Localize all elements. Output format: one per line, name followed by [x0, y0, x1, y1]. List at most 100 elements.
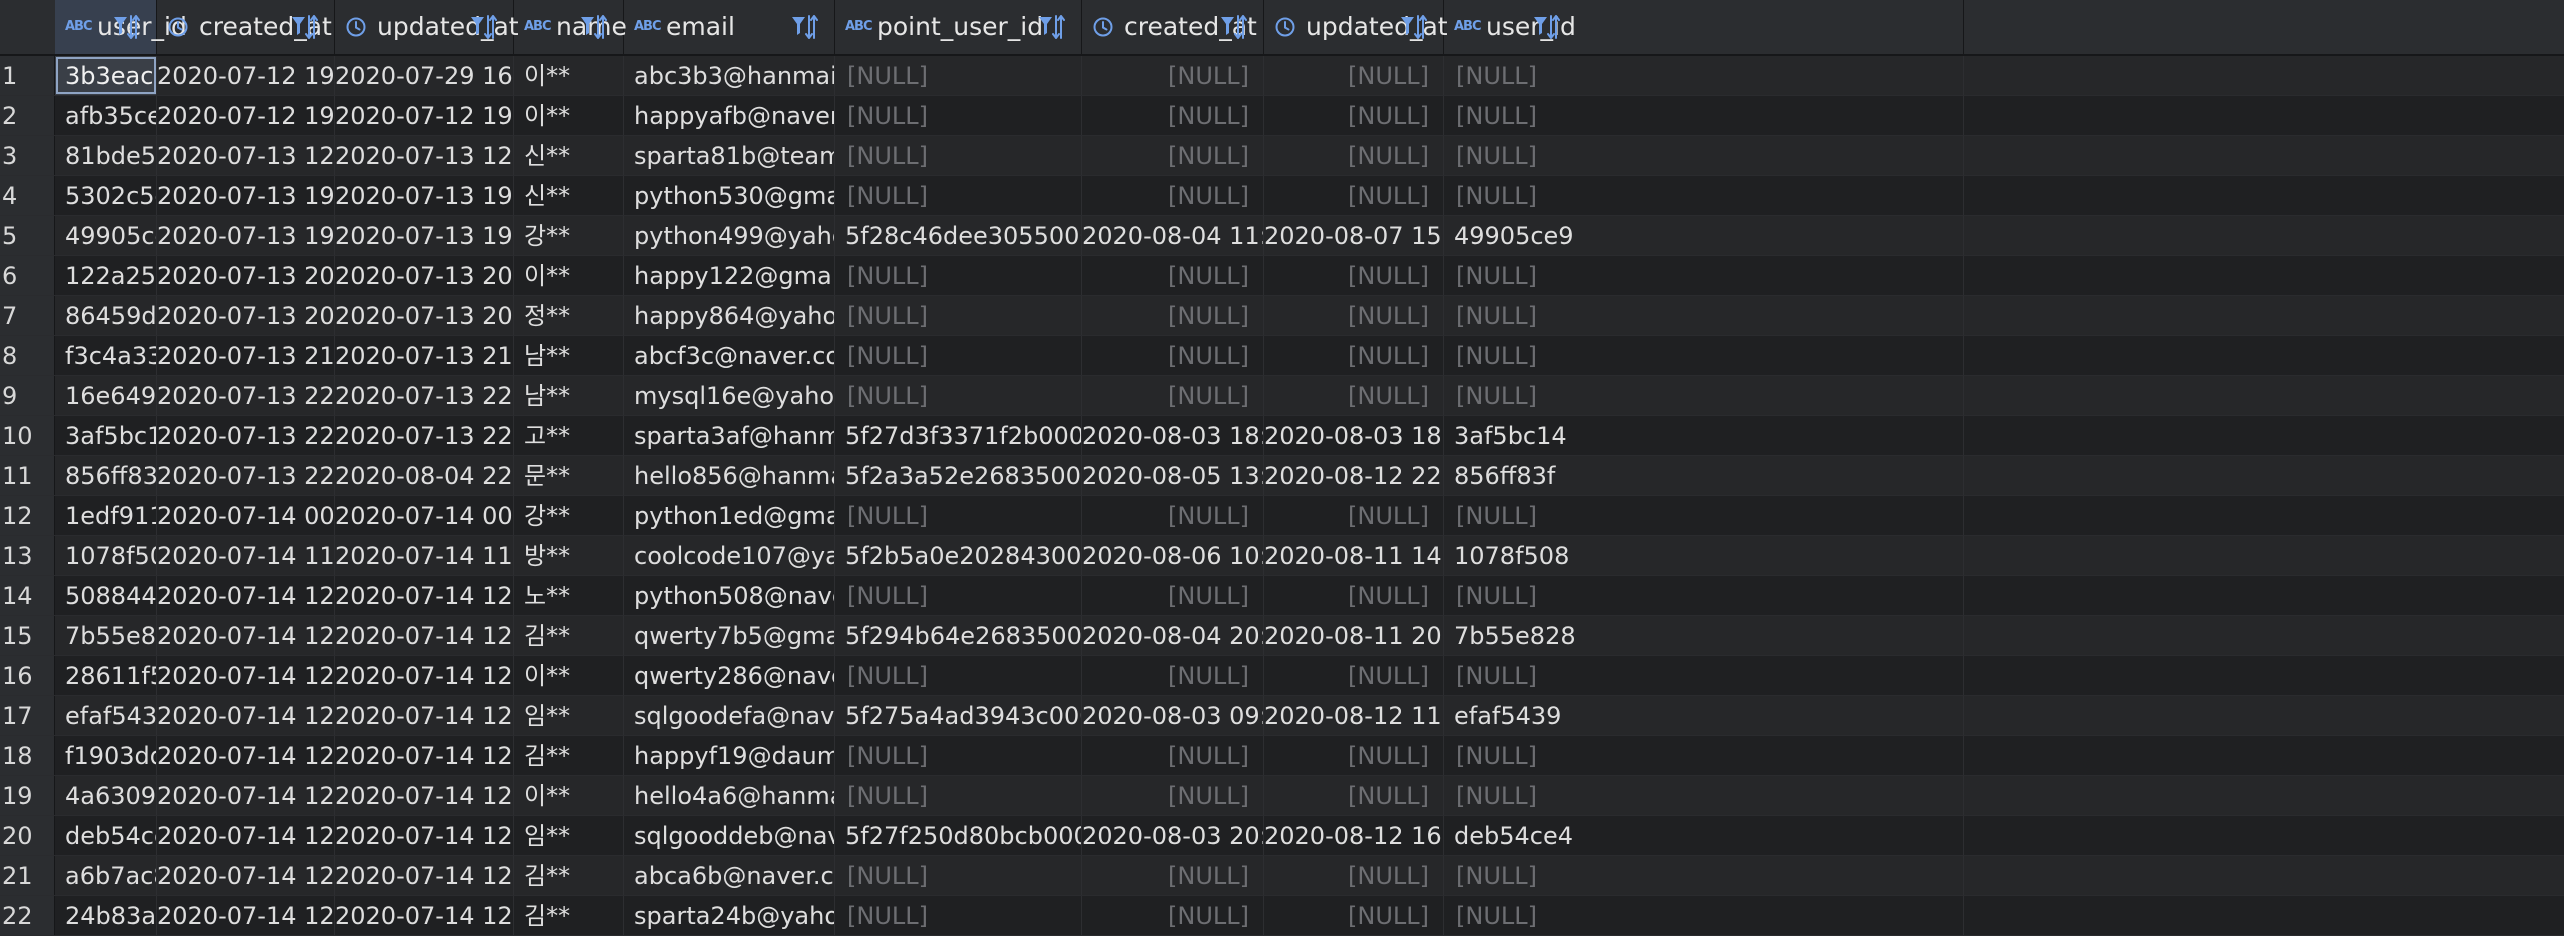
cell-updated-at[interactable]: 2020-07-14 12:43:01 [335, 656, 514, 695]
cell-user-id[interactable]: 24b83a8e [55, 896, 157, 935]
row-number[interactable]: 9 [0, 376, 55, 415]
cell-created-at[interactable]: 2020-07-14 00:26:02 [157, 496, 335, 535]
cell-email[interactable]: sparta81b@teamsparta.co [624, 136, 835, 175]
cell-updated-at[interactable]: 2020-07-14 12:43:08 [335, 696, 514, 735]
cell-point-user-id[interactable]: [NULL] [835, 136, 1082, 175]
cell-user-id[interactable]: f3c4a33a [55, 336, 157, 375]
cell-created-at[interactable]: 2020-08-05 13:49:22 [1082, 456, 1264, 495]
cell-point-user-id[interactable]: 5f28c46dee305500095e5740 [835, 216, 1082, 255]
cell-user-id[interactable]: 856ff83f [55, 456, 157, 495]
row-number[interactable]: 6 [0, 256, 55, 295]
cell-created-at[interactable]: [NULL] [1082, 576, 1264, 615]
table-row[interactable]: 8f3c4a33a2020-07-13 21:13:332020-07-13 2… [0, 336, 2564, 376]
column-header-updated-at[interactable]: updated_at [335, 0, 519, 54]
cell-updated-at[interactable]: [NULL] [1264, 136, 1444, 175]
cell-created-at[interactable]: [NULL] [1082, 336, 1264, 375]
cell-updated-at[interactable]: 2020-07-13 19:48:46 [335, 216, 514, 255]
cell-updated-at[interactable]: 2020-08-03 18:10:19 [1264, 416, 1444, 455]
cell-updated-at[interactable]: [NULL] [1264, 576, 1444, 615]
cell-updated-at[interactable]: 2020-07-13 19:27:09 [335, 176, 514, 215]
cell-user-id[interactable]: 49905ce9 [55, 216, 157, 255]
cell-created-at[interactable]: 2020-07-13 22:38:55 [157, 456, 335, 495]
filter-sort-icon[interactable] [1399, 12, 1427, 42]
cell-point-user-id[interactable]: [NULL] [835, 376, 1082, 415]
table-row[interactable]: 786459d742020-07-13 20:14:232020-07-13 2… [0, 296, 2564, 336]
cell-user-id[interactable]: 1078f508 [55, 536, 157, 575]
row-number[interactable]: 15 [0, 616, 55, 655]
cell-created-at[interactable]: [NULL] [1082, 56, 1264, 95]
cell-user-id[interactable]: 86459d74 [55, 296, 157, 335]
cell-user-id[interactable]: 1edf9111 [55, 496, 157, 535]
row-number[interactable]: 7 [0, 296, 55, 335]
cell-updated-at[interactable]: [NULL] [1264, 496, 1444, 535]
cell-user-id[interactable]: [NULL] [1444, 656, 1964, 695]
cell-created-at[interactable]: 2020-07-14 12:45:46 [157, 776, 335, 815]
cell-created-at[interactable]: 2020-07-14 11:51:37 [157, 536, 335, 575]
cell-updated-at[interactable]: [NULL] [1264, 856, 1444, 895]
cell-user-id[interactable]: [NULL] [1444, 856, 1964, 895]
row-number[interactable]: 17 [0, 696, 55, 735]
filter-sort-icon[interactable] [790, 12, 818, 42]
cell-user-id[interactable]: [NULL] [1444, 736, 1964, 775]
cell-email[interactable]: hello4a6@hanmail.com [624, 776, 835, 815]
cell-created-at[interactable]: [NULL] [1082, 776, 1264, 815]
cell-created-at[interactable]: 2020-07-14 12:43:01 [157, 656, 335, 695]
filter-sort-icon[interactable] [1037, 12, 1065, 42]
cell-name[interactable]: 남** [514, 336, 624, 375]
cell-updated-at[interactable]: 2020-07-14 11:51:37 [335, 536, 514, 575]
cell-created-at[interactable]: [NULL] [1082, 856, 1264, 895]
table-row[interactable]: 1628611f562020-07-14 12:43:012020-07-14 … [0, 656, 2564, 696]
cell-email[interactable]: sparta24b@yahoo.com [624, 896, 835, 935]
cell-updated-at[interactable]: 2020-07-14 12:46:42 [335, 816, 514, 855]
cell-name[interactable]: 이** [514, 56, 624, 95]
row-number[interactable]: 2 [0, 96, 55, 135]
cell-user-id[interactable]: 122a2530 [55, 256, 157, 295]
cell-name[interactable]: 노** [514, 576, 624, 615]
cell-name[interactable]: 강** [514, 496, 624, 535]
cell-point-user-id[interactable]: 5f2b5a0e202843000925d94d [835, 536, 1082, 575]
cell-name[interactable]: 고** [514, 416, 624, 455]
cell-name[interactable]: 이** [514, 656, 624, 695]
cell-email[interactable]: happy864@yahoo.com [624, 296, 835, 335]
cell-updated-at[interactable]: [NULL] [1264, 376, 1444, 415]
cell-name[interactable]: 신** [514, 136, 624, 175]
filter-sort-icon[interactable] [112, 12, 140, 42]
cell-name[interactable]: 김** [514, 736, 624, 775]
cell-point-user-id[interactable]: [NULL] [835, 856, 1082, 895]
cell-created-at[interactable]: [NULL] [1082, 376, 1264, 415]
cell-email[interactable]: abcf3c@naver.com [624, 336, 835, 375]
cell-point-user-id[interactable]: [NULL] [835, 776, 1082, 815]
cell-email[interactable]: mysql16e@yahoo.com [624, 376, 835, 415]
row-number[interactable]: 18 [0, 736, 55, 775]
table-row[interactable]: 157b55e8282020-07-14 12:42:092020-07-14 … [0, 616, 2564, 656]
table-row[interactable]: 6122a25302020-07-13 20:11:132020-07-13 2… [0, 256, 2564, 296]
cell-user-id[interactable]: [NULL] [1444, 96, 1964, 135]
cell-updated-at[interactable]: 2020-07-13 21:13:33 [335, 336, 514, 375]
cell-user-id[interactable]: [NULL] [1444, 496, 1964, 535]
cell-email[interactable]: happyf19@daum.net [624, 736, 835, 775]
cell-email[interactable]: happyafb@naver.com [624, 96, 835, 135]
cell-created-at[interactable]: [NULL] [1082, 736, 1264, 775]
cell-created-at[interactable]: [NULL] [1082, 176, 1264, 215]
cell-updated-at[interactable]: 2020-07-13 22:03:42 [335, 376, 514, 415]
cell-email[interactable]: sqlgoodefa@naver.com [624, 696, 835, 735]
cell-created-at[interactable]: 2020-07-13 20:14:23 [157, 296, 335, 335]
cell-user-id[interactable]: 49905ce9 [1444, 216, 1964, 255]
cell-created-at[interactable]: 2020-07-13 22:03:42 [157, 376, 335, 415]
row-number[interactable]: 3 [0, 136, 55, 175]
cell-name[interactable]: 이** [514, 256, 624, 295]
cell-created-at[interactable]: [NULL] [1082, 656, 1264, 695]
cell-point-user-id[interactable]: 5f2a3a52e268350009a6a811 [835, 456, 1082, 495]
cell-email[interactable]: qwerty7b5@gmail.com [624, 616, 835, 655]
cell-created-at[interactable]: 2020-07-12 19:21:46 [157, 56, 335, 95]
cell-user-id[interactable]: [NULL] [1444, 256, 1964, 295]
cell-updated-at[interactable]: 2020-08-12 11:07:13 [1264, 696, 1444, 735]
row-number[interactable]: 19 [0, 776, 55, 815]
cell-name[interactable]: 남** [514, 376, 624, 415]
cell-created-at[interactable]: 2020-07-14 12:46:42 [157, 816, 335, 855]
column-header-created-at[interactable]: created_at [1082, 0, 1264, 54]
column-header-created-at[interactable]: created_at [157, 0, 335, 54]
cell-user-id[interactable]: 3af5bc14 [55, 416, 157, 455]
cell-created-at[interactable]: 2020-08-03 18:08:03 [1082, 416, 1264, 455]
table-row[interactable]: 381bde5202020-07-13 12:12:262020-07-13 1… [0, 136, 2564, 176]
